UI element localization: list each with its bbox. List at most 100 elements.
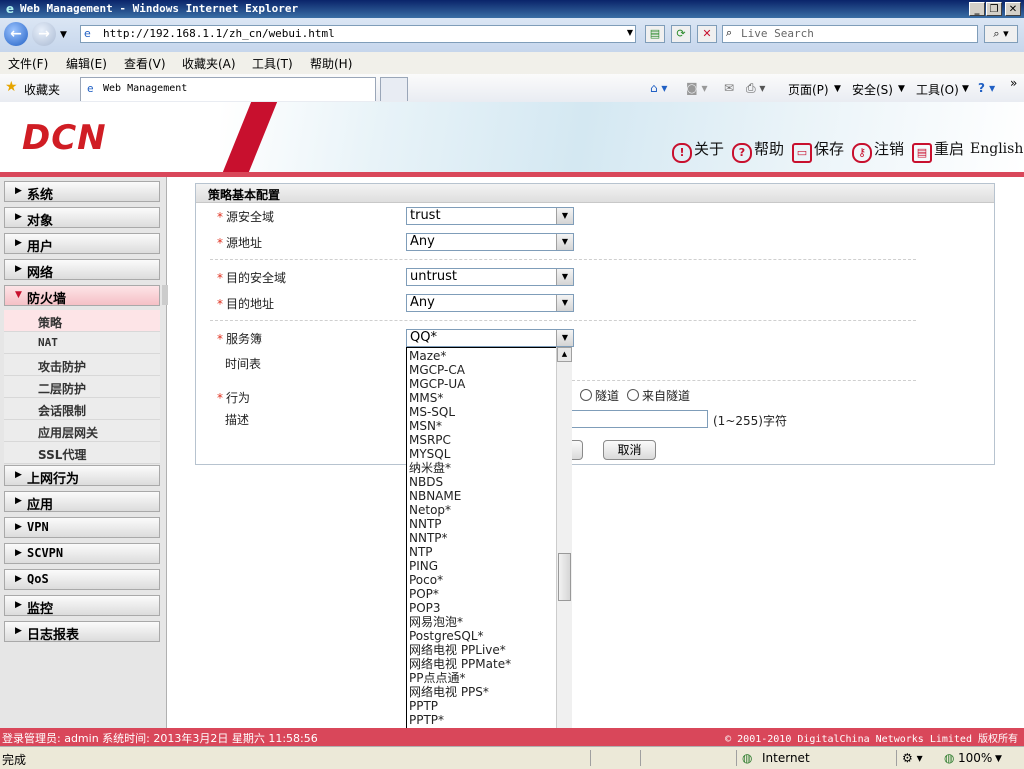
service-option[interactable]: POP3 [409,601,441,615]
sidebar-sub-attack-defense[interactable]: 攻击防护 [4,354,160,376]
menu-help[interactable]: 帮助(H) [310,55,352,72]
new-tab-button[interactable] [380,77,408,101]
menu-favorites[interactable]: 收藏夹(A) [182,55,236,72]
service-option[interactable]: 网络电视 PPLive* [409,643,506,657]
close-window-button[interactable]: ✕ [1005,2,1021,16]
sidebar-sub-l2-defense[interactable]: 二层防护 [4,376,160,398]
service-select[interactable]: QQ* ▼ [406,329,574,347]
service-option[interactable]: MSRPC [409,433,451,447]
help-icon[interactable]: ? ▾ [978,81,995,95]
src-zone-select[interactable]: trust ▼ [406,207,574,225]
menu-tools[interactable]: 工具(T) [252,55,293,72]
toolbar-overflow-icon[interactable]: » [1010,76,1017,90]
service-option[interactable]: PostgreSQL* [409,629,484,643]
service-option[interactable]: 网易泡泡* [409,615,463,629]
sidebar-item-users[interactable]: ▶ 用户 [4,233,160,255]
browser-tab[interactable]: e Web Management [80,77,376,101]
service-option[interactable]: MMS* [409,391,443,405]
tools-menu[interactable]: 工具(O) [916,81,959,98]
feeds-icon[interactable]: ◙ ▾ [686,81,707,95]
service-option[interactable]: NTP [409,545,433,559]
stop-icon[interactable]: ✕ [697,25,717,43]
service-option[interactable]: MYSQL [409,447,450,461]
zoom-dropdown-icon[interactable]: ▼ [995,754,1002,764]
service-option[interactable]: NNTP [409,517,442,531]
sidebar-sub-ssl-proxy[interactable]: SSL代理 [4,442,160,464]
service-option[interactable]: Poco* [409,573,443,587]
history-dropdown-icon[interactable]: ▼ [60,30,67,40]
forward-button[interactable]: → [32,22,56,46]
service-option[interactable]: 网络电视 PPMate* [409,657,511,671]
dst-zone-select[interactable]: untrust ▼ [406,268,574,286]
page-menu[interactable]: 页面(P) [788,81,829,98]
search-button[interactable]: ⌕ ▾ [984,25,1018,43]
favorites-label[interactable]: 收藏夹 [24,81,60,98]
service-option[interactable]: 纳米盘* [409,461,451,475]
service-dropdown-list[interactable]: Maze* MGCP-CA MGCP-UA MMS* MS-SQL MSN* MSRPC MY… [406,347,572,767]
compat-view-icon[interactable]: ▤ [645,25,665,43]
protected-mode-icon[interactable]: ⚙ ▾ [902,751,923,765]
sidebar-sub-alg[interactable]: 应用层网关 [4,420,160,442]
back-button[interactable]: ← [4,22,28,46]
scroll-up-icon[interactable]: ▲ [557,347,572,362]
sidebar-sub-session-limit[interactable]: 会话限制 [4,398,160,420]
service-option[interactable]: MSN* [409,419,442,433]
service-option[interactable]: NNTP* [409,531,448,545]
sidebar-collapse-handle[interactable] [162,285,168,305]
safety-menu[interactable]: 安全(S) [852,81,893,98]
service-option[interactable]: 网络电视 PPS* [409,685,489,699]
help-link[interactable]: ? 帮助 [732,138,784,163]
service-option[interactable]: PPTP [409,699,438,713]
menu-edit[interactable]: 编辑(E) [66,55,107,72]
sidebar-item-objects[interactable]: ▶ 对象 [4,207,160,229]
url-dropdown-icon[interactable]: ▼ [627,28,633,37]
dropdown-scrollbar[interactable]: ▲ ▼ [556,347,572,767]
service-option[interactable]: PING [409,559,438,573]
service-option[interactable]: POP* [409,587,439,601]
english-link[interactable]: English [970,141,1023,165]
sidebar-item-monitor[interactable]: ▶ 监控 [4,595,160,617]
save-link[interactable]: ▭ 保存 [792,138,844,163]
menu-file[interactable]: 文件(F) [8,55,48,72]
print-icon[interactable]: ⎙ ▾ [746,81,765,96]
mail-icon[interactable]: ✉ [724,81,734,95]
service-option[interactable]: Netop* [409,503,451,517]
dst-addr-select[interactable]: Any ▼ [406,294,574,312]
sidebar-item-firewall[interactable]: ▼ 防火墙 [4,285,160,307]
cancel-button[interactable]: 取消 [603,440,656,460]
action-from-tunnel-option[interactable]: 来自隧道 [627,387,690,404]
sidebar-item-vpn[interactable]: ▶ VPN [4,517,160,538]
service-option[interactable]: NBDS [409,475,443,489]
minimize-button[interactable]: _ [969,2,985,16]
src-addr-select[interactable]: Any ▼ [406,233,574,251]
service-option[interactable]: PP点点通* [409,671,465,685]
service-option[interactable]: NBNAME [409,489,461,503]
zoom-level[interactable]: 100% [958,751,992,765]
logout-link[interactable]: ⚷ 注销 [852,138,904,163]
sidebar-item-network[interactable]: ▶ 网络 [4,259,160,281]
scrollbar-thumb[interactable] [558,553,571,601]
service-option[interactable]: MS-SQL [409,405,455,419]
refresh-icon[interactable]: ⟳ [671,25,691,43]
service-option[interactable]: MGCP-UA [409,377,465,391]
sidebar-item-log-report[interactable]: ▶ 日志报表 [4,621,160,643]
menu-view[interactable]: 查看(V) [124,55,166,72]
search-input[interactable]: ⌕ Live Search [722,25,978,43]
sidebar-sub-policy[interactable]: 策略 [4,310,160,332]
url-input[interactable]: e http://192.168.1.1/zh_cn/webui.html ▼ [80,25,636,43]
sidebar-item-scvpn[interactable]: ▶ SCVPN [4,543,160,564]
action-tunnel-option[interactable]: 隧道 [580,387,619,404]
sidebar-sub-nat[interactable]: NAT [4,332,160,354]
description-input[interactable] [572,410,708,428]
sidebar-item-system[interactable]: ▶ 系统 [4,181,160,203]
sidebar-item-internet-behavior[interactable]: ▶ 上网行为 [4,465,160,487]
reboot-link[interactable]: ▤ 重启 [912,138,964,163]
sidebar-item-qos[interactable]: ▶ QoS [4,569,160,590]
home-icon[interactable]: ⌂ ▾ [650,81,667,95]
service-option[interactable]: Maze* [409,349,446,363]
service-option[interactable]: MGCP-CA [409,363,465,377]
sidebar-item-application[interactable]: ▶ 应用 [4,491,160,513]
favorites-star-icon[interactable]: ★ [5,79,18,95]
about-link[interactable]: ! 关于 [672,138,724,163]
restore-button[interactable]: ❐ [986,2,1002,16]
